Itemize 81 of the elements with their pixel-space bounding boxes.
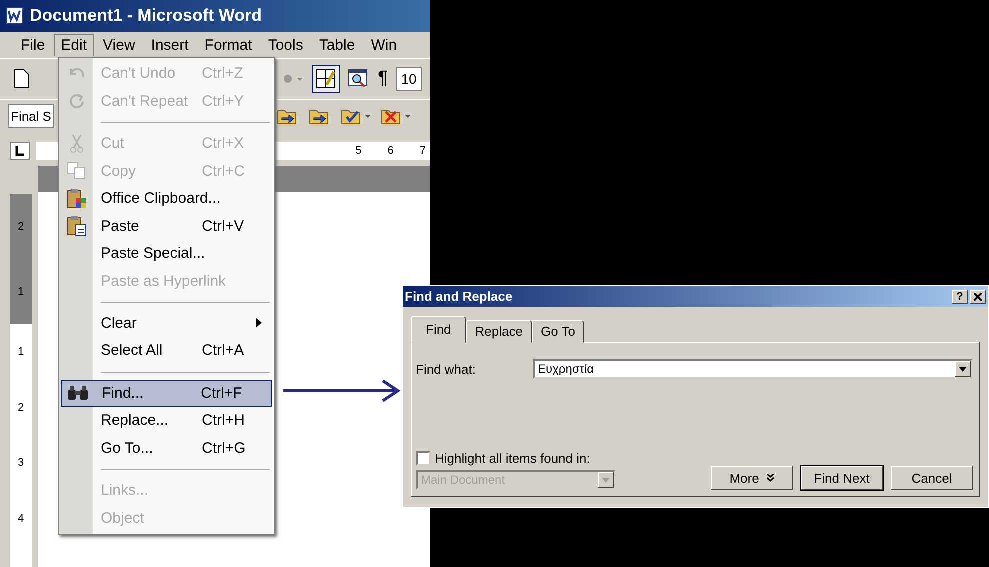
shortcut-label: Ctrl+A	[202, 342, 246, 360]
menu-entry-label: Go To...	[100, 440, 154, 457]
menu-entry-label: Links...	[100, 482, 150, 500]
ruler-number: 4	[18, 513, 24, 526]
menu-entry-label: Find...	[101, 384, 145, 402]
draw-table-icon[interactable]	[312, 65, 340, 93]
checkbox-label: Highlight all items found in:	[435, 451, 590, 466]
menu-entry-label: Copy	[100, 162, 138, 180]
dialog-button[interactable]: Find Next	[801, 466, 883, 490]
menu-item[interactable]: Table	[312, 34, 362, 56]
shortcut-label: Ctrl+Y	[202, 92, 246, 110]
menu-entry-label: Paste Special...	[100, 245, 206, 262]
ruler-number: 2	[18, 402, 24, 414]
menu-entry[interactable]: Find... Ctrl+F	[61, 380, 272, 408]
menu-entry-label: Cut	[100, 135, 126, 152]
shortcut-label: Ctrl+H	[202, 412, 246, 430]
menu-item[interactable]: File	[14, 34, 52, 56]
new-document-icon[interactable]	[14, 69, 30, 89]
ruler-number: 1	[18, 286, 24, 298]
tab[interactable]: Replace	[466, 320, 532, 343]
shortcut-label: Ctrl+G	[202, 440, 247, 457]
find-what-label: Find what:	[416, 362, 477, 376]
menu-item[interactable]: Win	[364, 34, 404, 56]
menu-entry-label: Clear	[100, 314, 138, 332]
shortcut-label: Ctrl+C	[202, 162, 246, 180]
menu-entry-label: Replace...	[100, 412, 170, 430]
ruler-number: 6	[388, 145, 394, 157]
dialog-button[interactable]: More	[711, 466, 793, 490]
menu-entry[interactable]: Replace... Ctrl+H	[61, 407, 272, 435]
shortcut-label: Ctrl+X	[202, 135, 246, 152]
dialog-button[interactable]: Cancel	[891, 466, 973, 490]
menu-entry[interactable]: Select All Ctrl+A	[61, 337, 272, 365]
menu-entry-label: Can't Undo	[100, 65, 177, 82]
show-formatting-button[interactable]: ¶	[378, 68, 388, 90]
shortcut-label: Ctrl+Z	[202, 65, 244, 82]
window-title: Document1 - Microsoft Word	[30, 6, 262, 26]
shortcut-label: Ctrl+V	[202, 218, 246, 235]
clipboard-icon	[66, 188, 88, 210]
menu-item[interactable]: Tools	[261, 34, 310, 56]
menu-entry[interactable]: Paste Ctrl+V	[61, 212, 272, 240]
menu-item[interactable]: View	[96, 34, 142, 56]
dropdown-arrow-icon	[959, 366, 967, 372]
close-icon	[974, 292, 982, 300]
ruler-number: 2	[18, 220, 24, 232]
binoculars-icon	[67, 385, 89, 402]
close-button[interactable]	[970, 290, 986, 304]
menu-entry-label: Office Clipboard...	[100, 190, 222, 208]
checkbox[interactable]	[416, 451, 431, 466]
menu-item[interactable]: Insert	[144, 34, 196, 56]
menu-item[interactable]: Edit	[54, 34, 94, 56]
ruler-number: 3	[18, 457, 24, 470]
ruler-number: 5	[356, 145, 362, 157]
tab-stop-icon[interactable]	[10, 142, 30, 160]
shortcut-label: Ctrl+F	[201, 384, 244, 402]
font-size-field[interactable]: 10	[396, 67, 422, 91]
menu-entry-label: Paste as Hyperlink	[100, 272, 228, 290]
tab[interactable]: Go To	[532, 320, 584, 343]
menu-entry[interactable]: Clear	[61, 310, 272, 338]
menu-entry[interactable]: Office Clipboard...	[61, 184, 272, 212]
menu-entry-label: Select All	[100, 342, 164, 360]
dropdown-arrow-icon	[602, 478, 610, 482]
menu-item[interactable]: Format	[198, 34, 260, 56]
redo-icon	[69, 93, 85, 110]
double-chevron-icon	[767, 474, 774, 482]
paste-icon	[66, 215, 88, 238]
word-logo-icon	[6, 7, 24, 25]
copy-icon	[67, 162, 87, 180]
menu-entry[interactable]: Paste Special...	[61, 240, 272, 268]
menu-entry-label: Can't Repeat	[100, 92, 190, 110]
scissors-icon	[70, 134, 84, 154]
dialog-title: Find and Replace	[405, 289, 514, 304]
menu-entry[interactable]: Go To... Ctrl+G	[61, 434, 272, 462]
tab[interactable]: Find	[411, 316, 466, 343]
ruler-number: 1	[18, 346, 24, 358]
help-button[interactable]: ?	[952, 290, 968, 304]
menu-entry-label: Object	[100, 510, 146, 527]
ruler-number: 7	[420, 145, 426, 157]
print-preview-icon[interactable]	[348, 69, 370, 89]
display-mode-field[interactable]: Final S	[8, 104, 54, 128]
find-what-field[interactable]: Ευχρηστία	[533, 359, 973, 379]
menu-entry-label: Paste	[100, 218, 140, 235]
